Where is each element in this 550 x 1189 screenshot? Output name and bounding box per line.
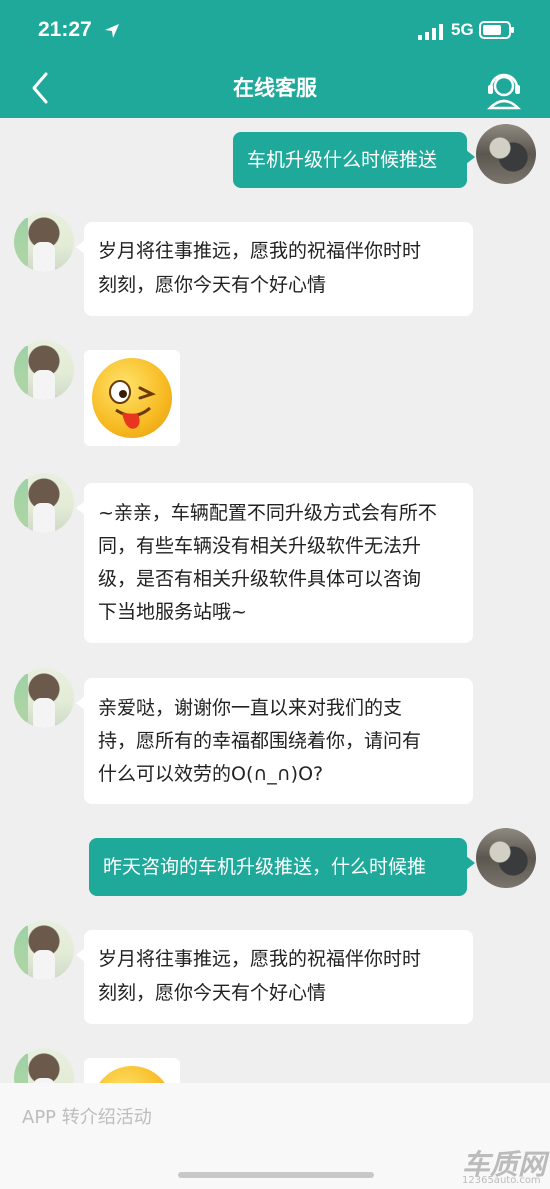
location-arrow-icon	[105, 24, 119, 38]
user-avatar[interactable]	[476, 124, 536, 184]
user-message-bubble: 车机升级什么时候推送	[233, 132, 475, 188]
message-line: 岁月将往事推远，愿我的祝福伴你时时	[98, 240, 422, 262]
battery-icon	[479, 21, 514, 39]
message-line: 岁月将往事推远，愿我的祝福伴你时时	[98, 948, 422, 970]
chat-area[interactable]: 车机升级什么时候推送 岁月将往事推远，愿我的祝福伴你时时 刻刻，愿你今天有个好心…	[0, 118, 550, 1083]
agent-avatar[interactable]	[14, 212, 74, 272]
message-row: 车机升级什么时候推送	[0, 122, 550, 192]
message-line: 级，是否有相关升级软件具体可以咨询	[98, 568, 422, 590]
message-row: 亲爱哒，谢谢你一直以来对我们的支 持，愿所有的幸福都围绕着你，请问有 什么可以效…	[0, 668, 550, 808]
agent-avatar[interactable]	[14, 920, 74, 980]
emoji-message	[84, 350, 180, 446]
message-row: 昨天咨询的车机升级推送，什么时候推	[0, 828, 550, 908]
message-row	[0, 1048, 550, 1083]
page-title: 在线客服	[233, 76, 317, 100]
agent-message-bubble: 亲爱哒，谢谢你一直以来对我们的支 持，愿所有的幸福都围绕着你，请问有 什么可以效…	[76, 678, 473, 804]
agent-avatar[interactable]	[14, 1048, 74, 1083]
agent-avatar[interactable]	[14, 340, 74, 400]
signal-icon	[418, 24, 443, 40]
message-row	[0, 340, 550, 450]
message-line: 持，愿所有的幸福都围绕着你，请问有	[98, 730, 422, 752]
message-row: 岁月将往事推远，愿我的祝福伴你时时 刻刻，愿你今天有个好心情	[0, 920, 550, 1030]
network-type: 5G	[451, 20, 474, 39]
message-line: 下当地服务站哦~	[98, 601, 247, 623]
message-line: 同，有些车辆没有相关升级软件无法升	[98, 535, 422, 557]
message-line: 什么可以效劳的O(∩_∩)O?	[98, 763, 324, 785]
message-text: 昨天咨询的车机升级推送，什么时候推	[103, 856, 427, 878]
customer-service-button[interactable]	[485, 70, 523, 110]
agent-avatar[interactable]	[14, 668, 74, 728]
agent-message-bubble: 岁月将往事推远，愿我的祝福伴你时时 刻刻，愿你今天有个好心情	[76, 930, 473, 1024]
user-message-bubble: 昨天咨询的车机升级推送，什么时候推	[89, 838, 475, 896]
message-line: 亲爱哒，谢谢你一直以来对我们的支	[98, 697, 403, 719]
message-line: 刻刻，愿你今天有个好心情	[98, 982, 327, 1004]
agent-message-bubble: ~亲亲，车辆配置不同升级方式会有所不 同，有些车辆没有相关升级软件无法升 级，是…	[76, 483, 473, 643]
message-row: ~亲亲，车辆配置不同升级方式会有所不 同，有些车辆没有相关升级软件无法升 级，是…	[0, 473, 550, 643]
wink-tongue-emoji-icon	[92, 358, 172, 438]
headset-agent-icon	[486, 73, 522, 110]
message-input[interactable]: APP 转介绍活动	[22, 1103, 152, 1129]
agent-avatar[interactable]	[14, 473, 74, 533]
emoji-message	[84, 1058, 180, 1083]
message-line: ~亲亲，车辆配置不同升级方式会有所不	[98, 502, 437, 524]
emoji-icon	[92, 1066, 172, 1083]
message-line: 刻刻，愿你今天有个好心情	[98, 274, 327, 296]
top-bar: 21:27 5G 在线客服	[0, 0, 550, 118]
user-avatar[interactable]	[476, 828, 536, 888]
message-text: 车机升级什么时候推送	[247, 149, 438, 171]
watermark-url: 12365auto.com	[462, 1175, 541, 1186]
status-time: 21:27	[38, 18, 92, 41]
message-row: 岁月将往事推远，愿我的祝福伴你时时 刻刻，愿你今天有个好心情	[0, 212, 550, 322]
agent-message-bubble: 岁月将往事推远，愿我的祝福伴你时时 刻刻，愿你今天有个好心情	[76, 222, 473, 316]
home-indicator	[178, 1172, 374, 1178]
